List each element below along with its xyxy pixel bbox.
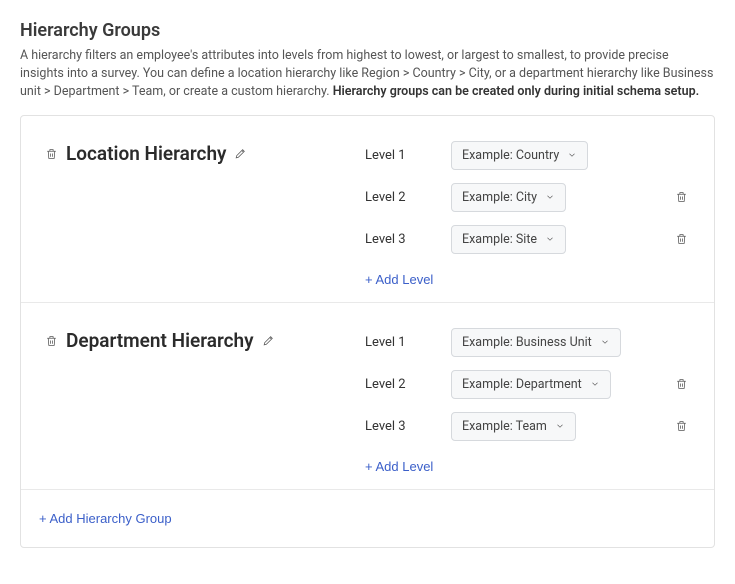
dropdown-value: Example: Business Unit xyxy=(462,335,592,350)
dropdown-value: Example: Department xyxy=(462,377,582,392)
hierarchy-group: Department Hierarchy Level 1 Example: Bu… xyxy=(21,303,714,490)
dropdown-value: Example: Site xyxy=(462,232,537,247)
level-label: Level 3 xyxy=(365,232,423,247)
level-dropdown[interactable]: Example: Site xyxy=(451,225,566,254)
page-title: Hierarchy Groups xyxy=(20,20,715,41)
level-dropdown[interactable]: Example: Team xyxy=(451,412,576,441)
trash-icon[interactable] xyxy=(675,377,690,391)
dropdown-value: Example: City xyxy=(462,190,537,205)
add-level-button[interactable]: + Add Level xyxy=(365,272,433,287)
group-header: Location Hierarchy xyxy=(45,134,355,165)
chevron-down-icon xyxy=(567,150,577,160)
trash-icon[interactable] xyxy=(45,147,58,161)
level-label: Level 1 xyxy=(365,148,423,163)
trash-icon[interactable] xyxy=(675,419,690,433)
level-dropdown[interactable]: Example: Business Unit xyxy=(451,328,621,357)
level-row: Level 2 Example: Department xyxy=(365,363,690,405)
level-dropdown[interactable]: Example: Department xyxy=(451,370,611,399)
chevron-down-icon xyxy=(590,379,600,389)
level-row: Level 1 Example: Country xyxy=(365,134,690,176)
hierarchy-panel: Location Hierarchy Level 1 Example: Coun… xyxy=(20,115,715,548)
trash-icon[interactable] xyxy=(45,334,58,348)
chevron-down-icon xyxy=(545,192,555,202)
level-dropdown[interactable]: Example: Country xyxy=(451,141,588,170)
add-hierarchy-group-button[interactable]: + Add Hierarchy Group xyxy=(39,511,172,526)
group-levels: Level 1 Example: Country Level 2 Example… xyxy=(365,134,690,288)
group-title: Location Hierarchy xyxy=(66,142,226,165)
group-levels: Level 1 Example: Business Unit Level 2 E… xyxy=(365,321,690,475)
pencil-icon[interactable] xyxy=(262,334,275,347)
level-label: Level 3 xyxy=(365,419,423,434)
panel-footer: + Add Hierarchy Group xyxy=(21,490,714,547)
chevron-down-icon xyxy=(555,421,565,431)
level-row: Level 2 Example: City xyxy=(365,176,690,218)
page-description-bold: Hierarchy groups can be created only dur… xyxy=(333,84,699,99)
level-row: Level 3 Example: Site xyxy=(365,218,690,260)
level-row: Level 3 Example: Team xyxy=(365,405,690,447)
pencil-icon[interactable] xyxy=(234,147,247,160)
chevron-down-icon xyxy=(600,337,610,347)
chevron-down-icon xyxy=(545,234,555,244)
level-label: Level 2 xyxy=(365,377,423,392)
dropdown-value: Example: Country xyxy=(462,148,559,163)
trash-icon[interactable] xyxy=(675,190,690,204)
add-level-button[interactable]: + Add Level xyxy=(365,459,433,474)
level-label: Level 2 xyxy=(365,190,423,205)
group-title: Department Hierarchy xyxy=(66,329,254,352)
level-row: Level 1 Example: Business Unit xyxy=(365,321,690,363)
dropdown-value: Example: Team xyxy=(462,419,547,434)
level-dropdown[interactable]: Example: City xyxy=(451,183,566,212)
group-header: Department Hierarchy xyxy=(45,321,355,352)
level-label: Level 1 xyxy=(365,335,423,350)
page-description: A hierarchy filters an employee's attrib… xyxy=(20,47,715,101)
trash-icon[interactable] xyxy=(675,232,690,246)
hierarchy-group: Location Hierarchy Level 1 Example: Coun… xyxy=(21,116,714,303)
